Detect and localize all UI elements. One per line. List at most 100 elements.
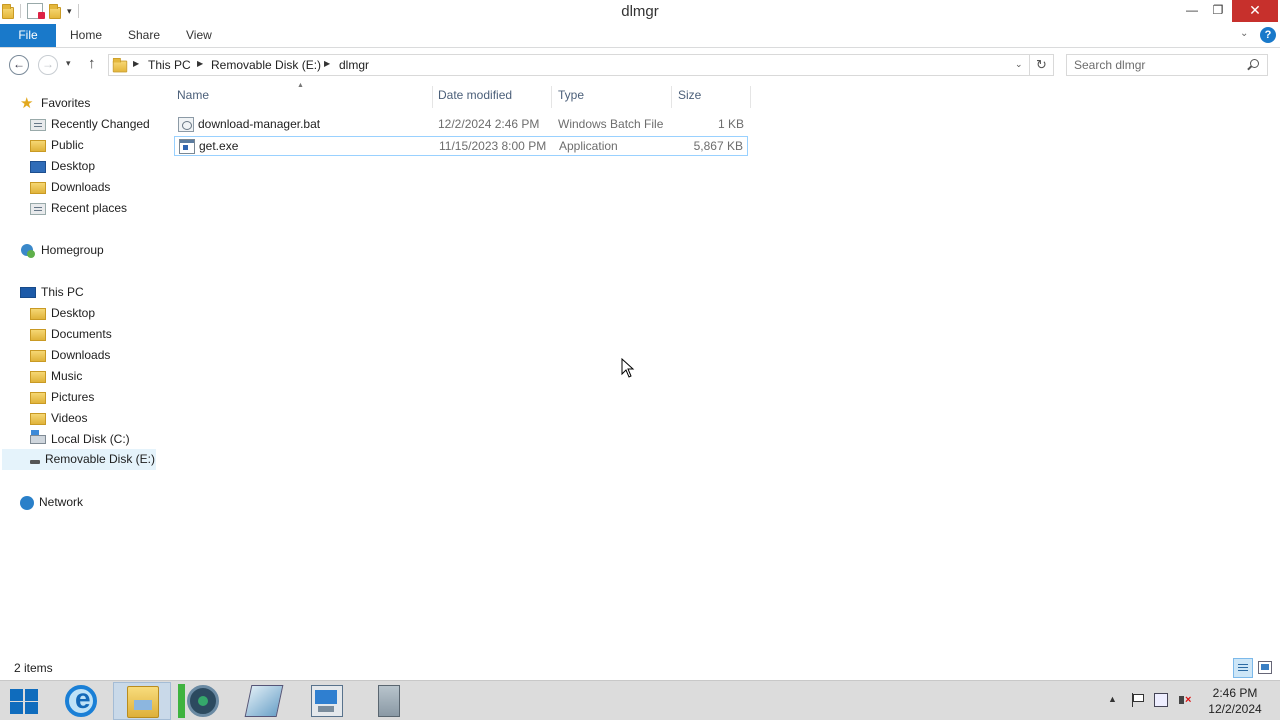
nav-network[interactable]: Network — [20, 492, 83, 513]
navigation-pane: Favorites Recently Changed Public Deskto… — [0, 86, 160, 656]
windows-logo-icon — [10, 689, 23, 701]
folder-icon — [30, 139, 46, 152]
expand-ribbon-chevron-icon[interactable]: ⌄ — [1240, 28, 1248, 39]
tab-view[interactable]: View — [186, 24, 212, 47]
file-name: get.exe — [199, 139, 239, 153]
back-button[interactable]: ← — [9, 55, 29, 75]
file-type: Application — [559, 139, 618, 153]
nav-item-label: Pictures — [51, 390, 95, 404]
help-icon[interactable]: ? — [1260, 27, 1276, 43]
music-folder-icon — [30, 370, 46, 383]
clock-time: 2:46 PM — [1212, 686, 1258, 700]
start-button[interactable] — [9, 688, 39, 714]
network-status-icon[interactable] — [1154, 693, 1168, 707]
nav-item-removable-disk-e[interactable]: Removable Disk (E:) — [2, 449, 156, 470]
nav-item-label: Recently Changed — [51, 117, 150, 131]
nav-item-local-disk-c[interactable]: Local Disk (C:) — [30, 429, 130, 450]
taskbar-app-tablet[interactable] — [235, 682, 293, 720]
nav-item-pictures[interactable]: Pictures — [30, 387, 94, 408]
column-divider[interactable] — [671, 86, 672, 108]
nav-item-videos[interactable]: Videos — [30, 408, 87, 429]
file-name: download-manager.bat — [198, 117, 321, 131]
column-header-date-modified[interactable]: Date modified — [438, 88, 512, 106]
network-icon — [20, 495, 34, 510]
nav-item-music[interactable]: Music — [30, 366, 82, 387]
tab-share[interactable]: Share — [128, 24, 160, 47]
nav-item-desktop[interactable]: Desktop — [30, 156, 95, 177]
minimize-button[interactable]: — — [1178, 0, 1206, 22]
system-clock[interactable]: 2:46 PM 12/2/2024 — [1200, 685, 1270, 717]
nav-item-label: Public — [51, 138, 84, 152]
nav-item-public[interactable]: Public — [30, 135, 84, 156]
desktop-icon — [30, 160, 46, 173]
taskbar-file-explorer[interactable] — [113, 682, 171, 720]
file-explorer-icon — [127, 686, 159, 718]
videos-folder-icon — [30, 412, 46, 425]
breadcrumb-separator-icon[interactable]: ▶ — [197, 59, 203, 68]
documents-folder-icon — [30, 328, 46, 341]
close-button[interactable]: ✕ — [1232, 0, 1278, 22]
forward-button[interactable]: → — [38, 55, 58, 75]
nav-item-recent-places[interactable]: Recent places — [30, 198, 127, 219]
nav-item-documents[interactable]: Documents — [30, 324, 112, 345]
column-divider[interactable] — [432, 86, 433, 108]
taskbar: ▲ 2:46 PM 12/2/2024 — [0, 680, 1280, 720]
column-divider[interactable] — [750, 86, 751, 108]
tab-home[interactable]: Home — [70, 24, 102, 47]
large-icons-view-icon[interactable] — [1258, 661, 1272, 674]
nav-favorites[interactable]: Favorites — [20, 93, 90, 114]
star-icon — [20, 93, 36, 114]
breadcrumb-separator-icon[interactable]: ▶ — [324, 59, 330, 68]
windows-logo-icon — [10, 702, 23, 714]
column-header-name[interactable]: Name — [177, 88, 209, 106]
nav-item-pc-downloads[interactable]: Downloads — [30, 345, 110, 366]
window-title: dlmgr — [621, 3, 659, 20]
nav-item-recently-changed[interactable]: Recently Changed — [30, 114, 150, 135]
windows-logo-icon — [25, 689, 38, 701]
search-icon[interactable] — [1250, 59, 1259, 68]
column-header-type[interactable]: Type — [558, 88, 584, 106]
column-header-size[interactable]: Size — [678, 88, 701, 106]
folder-icon — [112, 57, 128, 73]
nav-item-label: Videos — [51, 411, 88, 425]
file-row-selected[interactable]: get.exe 11/15/2023 8:00 PM Application 5… — [174, 136, 748, 156]
title-bar: ▾ dlmgr — ❐ ✕ — [0, 0, 1280, 24]
computer-icon — [20, 287, 36, 298]
search-box[interactable] — [1066, 54, 1268, 76]
breadcrumb-removable-disk[interactable]: Removable Disk (E:) — [211, 58, 321, 72]
tab-file[interactable]: File — [0, 24, 56, 47]
explorer-window: ▾ dlmgr — ❐ ✕ File Home Share View ⌄ ? ←… — [0, 0, 1280, 680]
recent-places-icon — [30, 202, 46, 215]
nav-homegroup[interactable]: Homegroup — [20, 240, 104, 261]
nav-item-downloads[interactable]: Downloads — [30, 177, 110, 198]
up-arrow-icon[interactable]: ↑ — [88, 55, 96, 72]
breadcrumb-this-pc[interactable]: This PC — [148, 58, 191, 72]
address-dropdown-chevron-icon[interactable]: ⌄ — [1015, 59, 1023, 70]
show-hidden-icons-chevron-icon[interactable]: ▲ — [1108, 694, 1117, 704]
taskbar-internet-explorer[interactable] — [52, 682, 110, 720]
nav-item-label: Recent places — [51, 201, 128, 215]
details-view-icon[interactable] — [1233, 658, 1253, 678]
taskbar-app-green[interactable] — [174, 682, 232, 720]
nav-item-label: This PC — [41, 285, 84, 299]
tablet-app-icon — [244, 685, 284, 717]
recent-locations-chevron-icon[interactable]: ▾ — [66, 58, 71, 69]
nav-this-pc[interactable]: This PC — [20, 282, 84, 303]
mouse-cursor-icon — [621, 357, 635, 381]
breadcrumb-dlmgr[interactable]: dlmgr — [339, 58, 369, 72]
refresh-button[interactable]: ↻ — [1030, 54, 1054, 76]
volume-muted-icon[interactable] — [1178, 693, 1192, 707]
file-row[interactable]: download-manager.bat 12/2/2024 2:46 PM W… — [174, 115, 748, 135]
column-divider[interactable] — [551, 86, 552, 108]
search-input[interactable] — [1067, 55, 1237, 75]
nav-item-pc-desktop[interactable]: Desktop — [30, 303, 95, 324]
downloads-folder-icon — [30, 349, 46, 362]
nav-item-label: Desktop — [51, 306, 96, 320]
action-center-flag-icon[interactable] — [1130, 693, 1144, 707]
file-type: Windows Batch File — [558, 117, 664, 131]
maximize-button[interactable]: ❐ — [1204, 0, 1232, 22]
breadcrumb-separator-icon[interactable]: ▶ — [133, 59, 139, 68]
taskbar-tools[interactable] — [360, 682, 418, 720]
taskbar-server-manager[interactable] — [298, 682, 356, 720]
address-bar[interactable]: ▶ This PC ▶ Removable Disk (E:) ▶ dlmgr … — [108, 54, 1030, 76]
